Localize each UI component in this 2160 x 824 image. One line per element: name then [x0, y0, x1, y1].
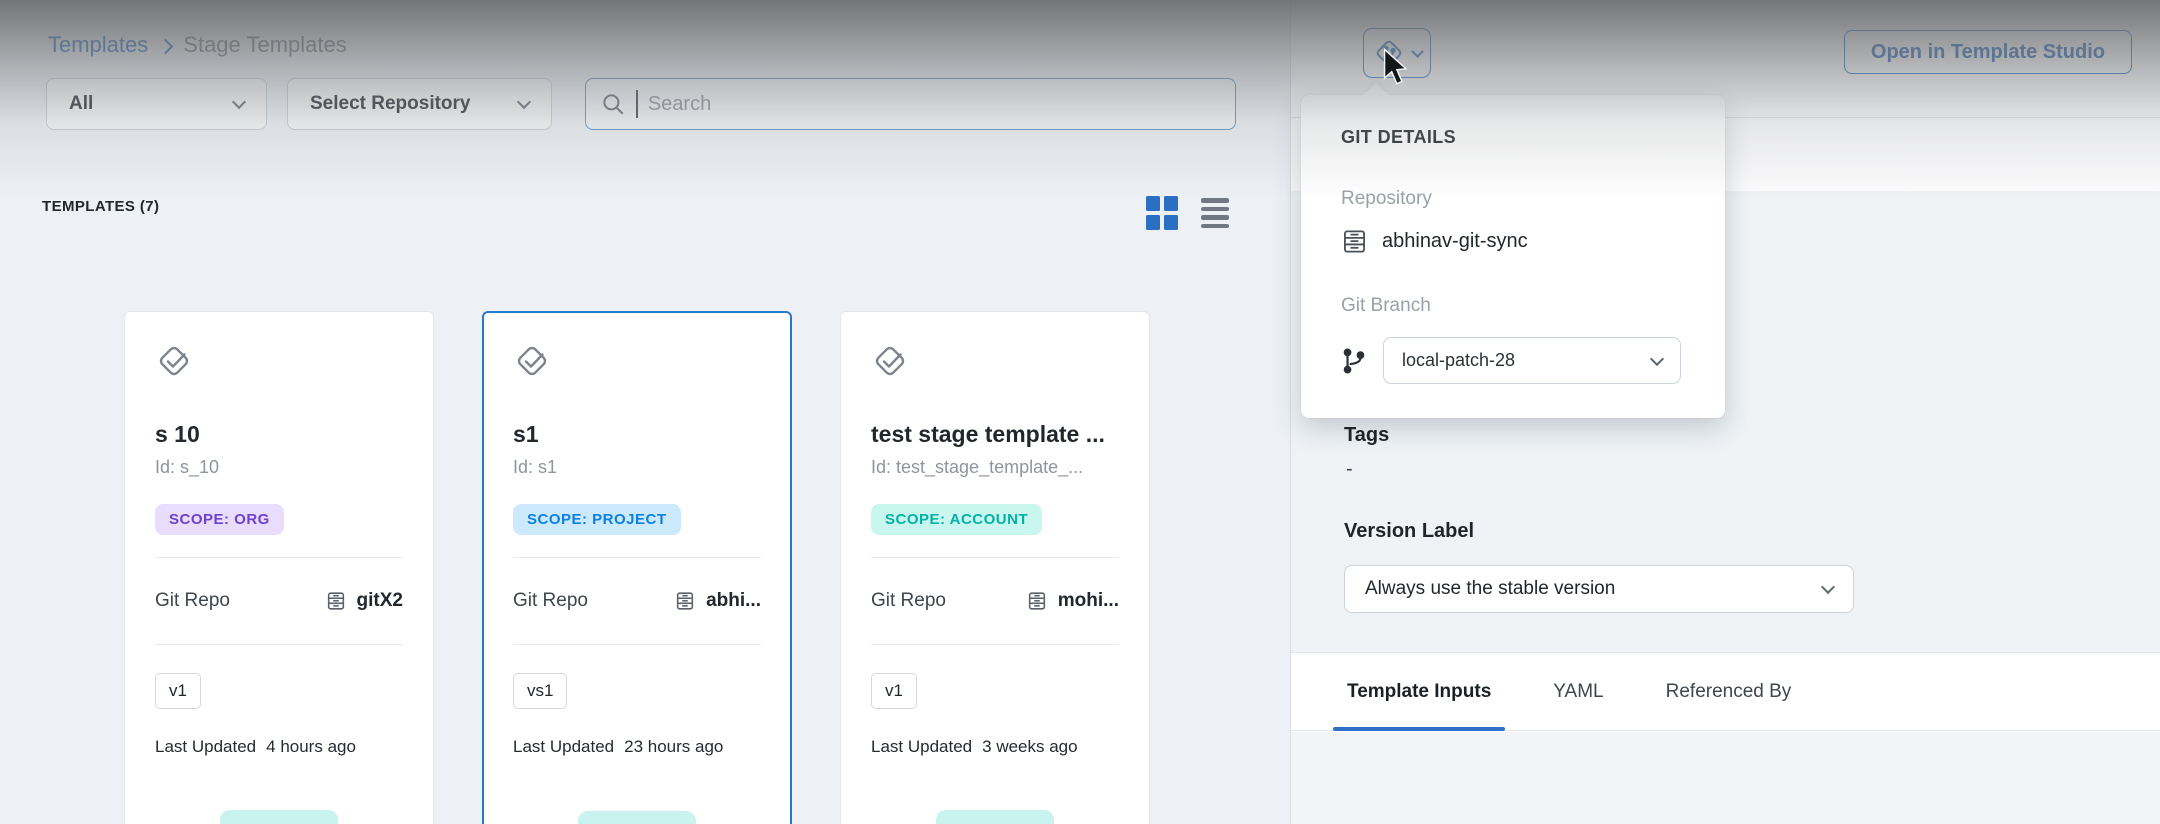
repository-label: Repository — [1341, 188, 1685, 210]
chevron-down-icon — [232, 95, 246, 109]
tab-content-area — [1291, 732, 2160, 824]
breadcrumb-current: Stage Templates — [183, 32, 346, 58]
tags-value: - — [1346, 458, 1353, 481]
repository-icon — [1026, 590, 1048, 612]
template-card-selected[interactable]: s1 Id: s1 SCOPE: PROJECT Git Repo abhi..… — [482, 311, 792, 824]
git-branch-icon — [1341, 347, 1367, 375]
stage-template-icon — [871, 342, 909, 380]
search-icon — [600, 91, 626, 117]
breadcrumb-chevron-icon — [158, 38, 174, 54]
version-label-select[interactable]: Always use the stable version — [1344, 565, 1854, 613]
git-repo-value: abhi... — [706, 590, 761, 612]
chevron-down-icon — [1650, 351, 1664, 365]
search-box[interactable] — [585, 78, 1236, 130]
template-id: Id: s_10 — [155, 457, 403, 478]
template-title: s1 — [513, 421, 761, 448]
tab-yaml[interactable]: YAML — [1553, 653, 1603, 731]
popover-title: GIT DETAILS — [1341, 127, 1685, 148]
text-caret — [636, 90, 638, 118]
last-updated-label: Last Updated — [871, 737, 972, 757]
open-in-template-studio-button[interactable]: Open in Template Studio — [1844, 30, 2132, 74]
divider — [155, 644, 403, 645]
tab-referenced-by[interactable]: Referenced By — [1666, 653, 1792, 731]
repository-value: abhinav-git-sync — [1382, 230, 1528, 253]
last-updated-row: Last Updated 3 weeks ago — [871, 737, 1119, 757]
scope-badge: SCOPE: PROJECT — [513, 504, 681, 535]
stable-badge — [578, 811, 696, 824]
git-repo-label: Git Repo — [155, 590, 230, 612]
last-updated-value: 4 hours ago — [266, 737, 356, 757]
breadcrumb: Templates Stage Templates — [48, 32, 347, 58]
template-details-panel: Open in Template Studio GIT DETAILS Repo… — [1290, 0, 2160, 824]
template-cards: s 10 Id: s_10 SCOPE: ORG Git Repo gitX2 … — [124, 311, 1150, 824]
chevron-down-icon — [1411, 45, 1424, 58]
template-title: s 10 — [155, 421, 403, 448]
repository-filter-value: Select Repository — [310, 93, 471, 115]
version-chip: v1 — [155, 673, 201, 709]
version-label-value: Always use the stable version — [1365, 578, 1615, 600]
stage-template-icon — [513, 342, 551, 380]
git-details-popover: GIT DETAILS Repository abhinav-git-sync … — [1301, 95, 1725, 418]
stable-badge — [936, 810, 1054, 824]
repository-filter-select[interactable]: Select Repository — [287, 78, 552, 130]
template-card[interactable]: s 10 Id: s_10 SCOPE: ORG Git Repo gitX2 … — [124, 311, 434, 824]
tags-heading: Tags — [1344, 424, 1389, 447]
stable-badge — [220, 810, 338, 824]
git-repo-label: Git Repo — [513, 590, 588, 612]
git-repo-row: Git Repo abhi... — [513, 590, 761, 612]
template-id: Id: test_stage_template_... — [871, 457, 1119, 478]
version-label-heading: Version Label — [1344, 520, 1474, 543]
template-title: test stage template ... — [871, 421, 1119, 448]
search-input[interactable] — [648, 93, 1221, 116]
git-repo-label: Git Repo — [871, 590, 946, 612]
divider — [513, 644, 761, 645]
details-tab-bar: Template Inputs YAML Referenced By — [1291, 653, 2160, 731]
git-branch-label: Git Branch — [1341, 295, 1685, 317]
git-repo-value: gitX2 — [357, 590, 403, 612]
divider — [155, 557, 403, 558]
scope-badge: SCOPE: ACCOUNT — [871, 504, 1042, 535]
git-repo-row: Git Repo mohi... — [871, 590, 1119, 612]
type-filter-value: All — [69, 93, 93, 115]
chevron-down-icon — [1821, 580, 1835, 594]
templates-count-label: TEMPLATES (7) — [42, 198, 159, 215]
repository-row: abhinav-git-sync — [1341, 228, 1685, 255]
version-chip: vs1 — [513, 673, 567, 709]
tab-template-inputs[interactable]: Template Inputs — [1347, 653, 1491, 731]
view-toggles — [1146, 196, 1229, 230]
template-card[interactable]: test stage template ... Id: test_stage_t… — [840, 311, 1150, 824]
version-chip: v1 — [871, 673, 917, 709]
type-filter-select[interactable]: All — [46, 78, 267, 130]
last-updated-label: Last Updated — [155, 737, 256, 757]
repository-icon — [674, 590, 696, 612]
divider — [871, 557, 1119, 558]
mouse-cursor — [1381, 48, 1411, 88]
last-updated-value: 3 weeks ago — [982, 737, 1077, 757]
scope-badge: SCOPE: ORG — [155, 504, 284, 535]
grid-view-icon[interactable] — [1146, 196, 1179, 230]
repository-icon — [1341, 228, 1368, 255]
divider — [871, 644, 1119, 645]
git-branch-select[interactable]: local-patch-28 — [1383, 337, 1681, 384]
stage-template-icon — [155, 342, 193, 380]
divider — [513, 557, 761, 558]
chevron-down-icon — [517, 95, 531, 109]
filter-row: All Select Repository — [46, 78, 552, 130]
git-repo-row: Git Repo gitX2 — [155, 590, 403, 612]
git-branch-value: local-patch-28 — [1402, 350, 1515, 371]
breadcrumb-templates-link[interactable]: Templates — [48, 32, 148, 58]
git-repo-value: mohi... — [1058, 590, 1119, 612]
last-updated-row: Last Updated 4 hours ago — [155, 737, 403, 757]
repository-icon — [325, 590, 347, 612]
last-updated-value: 23 hours ago — [624, 737, 723, 757]
last-updated-row: Last Updated 23 hours ago — [513, 737, 761, 757]
template-id: Id: s1 — [513, 457, 761, 478]
list-view-icon[interactable] — [1201, 197, 1229, 229]
last-updated-label: Last Updated — [513, 737, 614, 757]
templates-list-panel: Templates Stage Templates All Select Rep… — [0, 0, 1290, 824]
git-branch-row: local-patch-28 — [1341, 337, 1685, 384]
